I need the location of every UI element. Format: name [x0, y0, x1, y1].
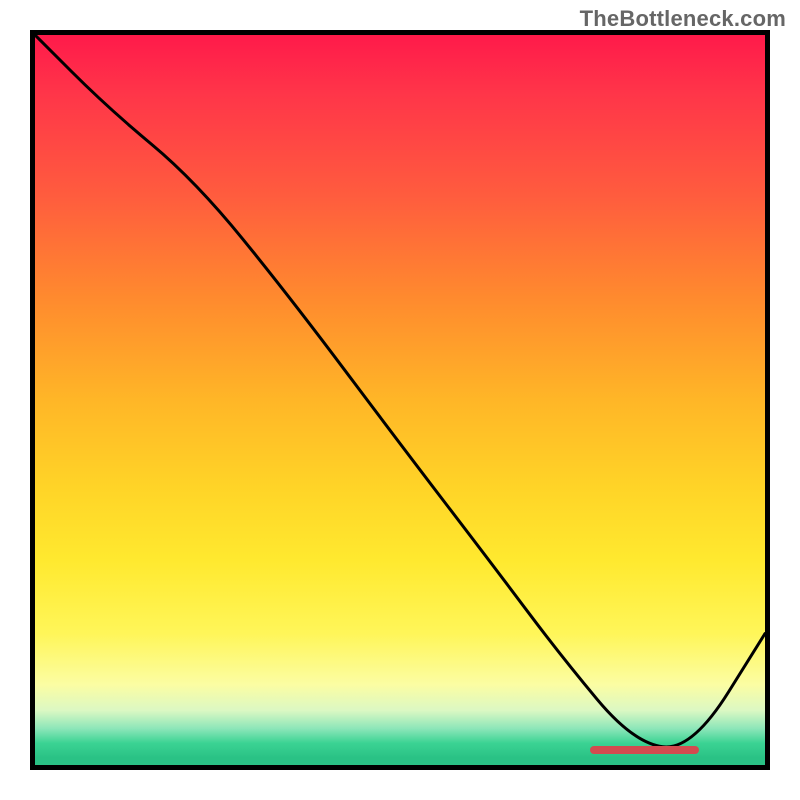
watermark-text: TheBottleneck.com	[580, 6, 786, 32]
optimal-zone-marker	[590, 746, 700, 754]
chart-plot-area	[30, 30, 770, 770]
bottleneck-curve	[35, 35, 765, 765]
